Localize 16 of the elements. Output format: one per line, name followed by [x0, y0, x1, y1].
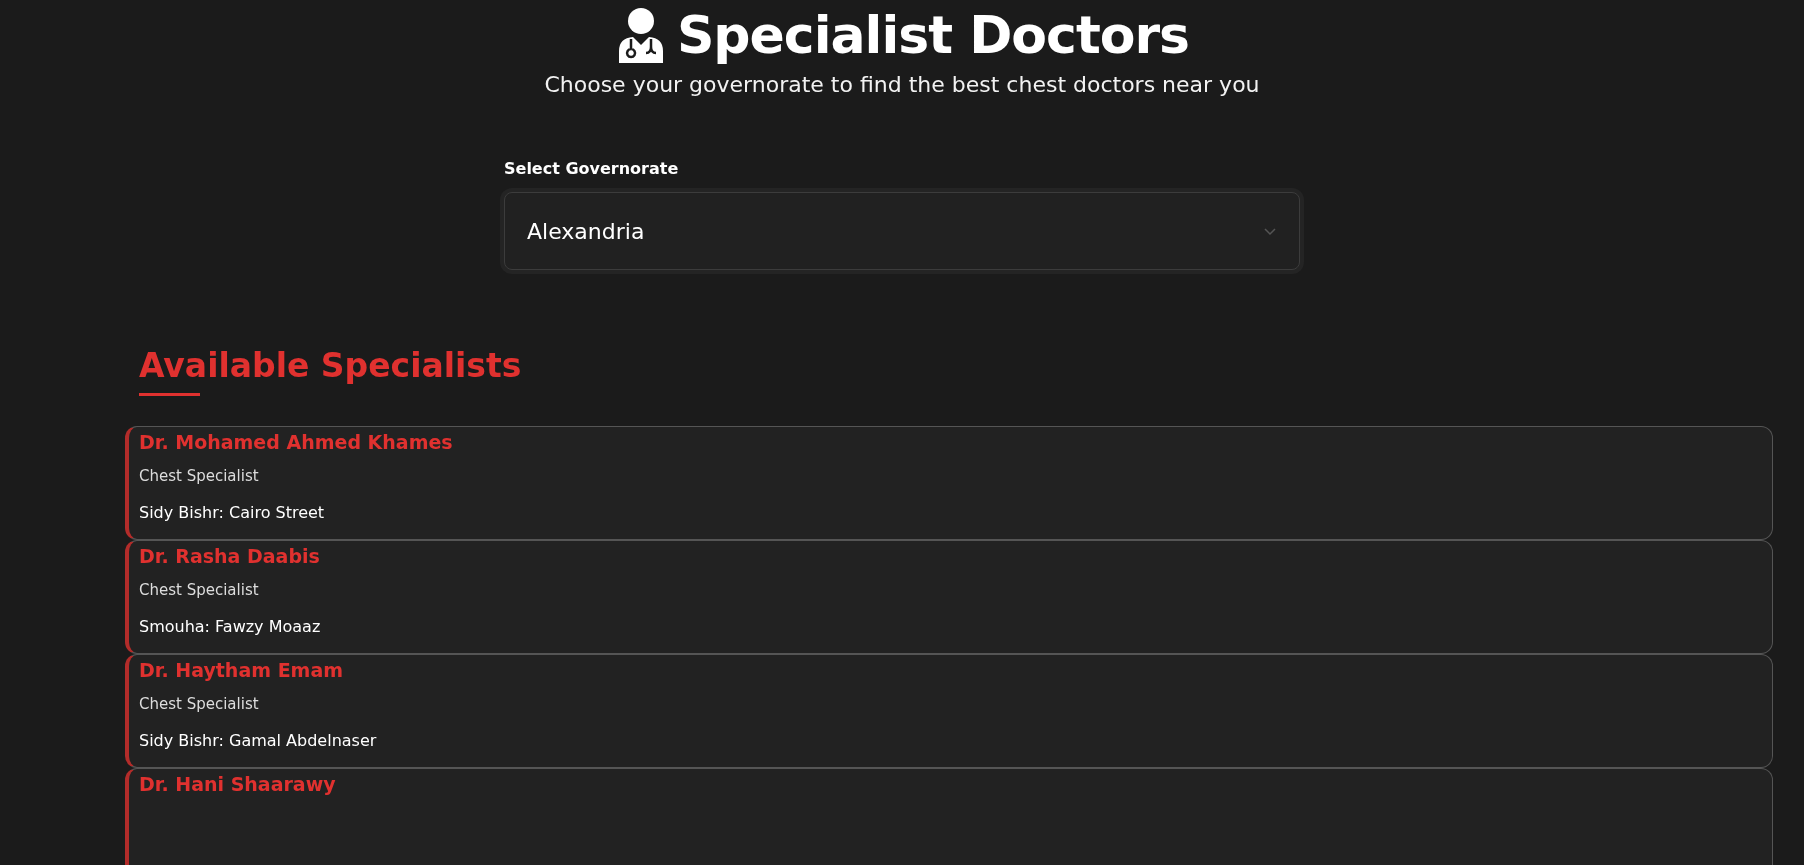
heading-underline: [139, 393, 200, 397]
page-subtitle: Choose your governorate to find the best chest doctors near you: [544, 72, 1260, 98]
doctor-specialty: Chest Specialist: [139, 467, 259, 486]
field-label: Select Governorate: [504, 159, 679, 179]
doctor-address: Sidy Bishr: Cairo Street: [139, 503, 325, 523]
section-heading: Available Specialists: [139, 346, 522, 386]
doctor-address: Smouha: Fawzy Moaaz: [139, 617, 321, 637]
doctor-address: Sidy Bishr: Gamal Abdelnaser: [139, 731, 377, 751]
chevron-down-icon: [1263, 226, 1277, 237]
page-title: Specialist Doctors: [676, 4, 1190, 67]
doctor-name: Dr. Mohamed Ahmed Khames: [139, 431, 453, 454]
doctor-name: Dr. Rasha Daabis: [139, 545, 320, 568]
doctor-name: Dr. Haytham Emam: [139, 659, 344, 682]
doctor-specialty: Chest Specialist: [139, 695, 259, 714]
doctor-name: Dr. Hani Shaarawy: [139, 773, 336, 796]
doctor-specialty: Chest Specialist: [139, 581, 259, 600]
